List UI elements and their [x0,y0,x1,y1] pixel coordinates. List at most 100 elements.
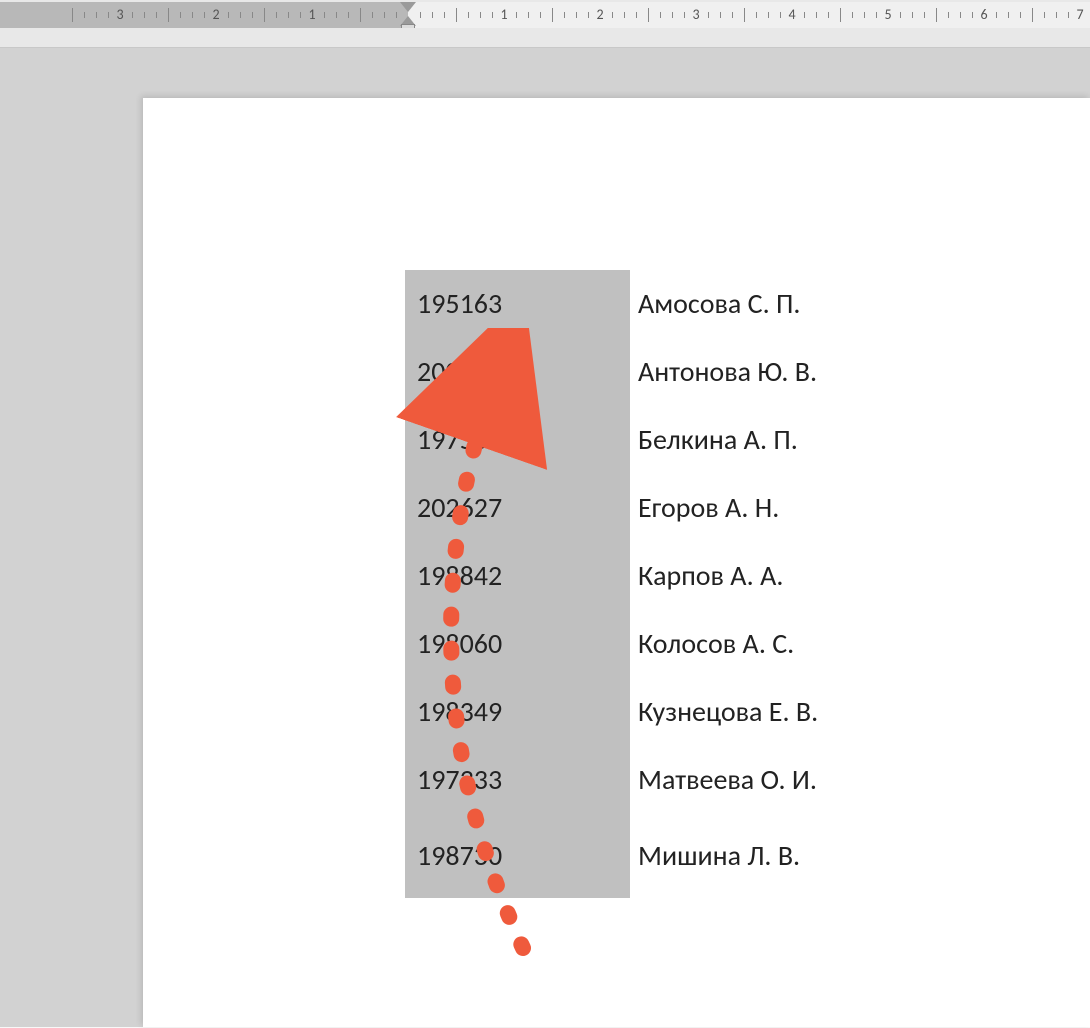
ruler-tick [432,12,433,18]
ruler-tick [756,12,757,18]
id-cell[interactable]: 198349 [405,678,630,746]
ruler-tick [192,12,193,18]
ruler-tick [1008,12,1009,18]
id-cell[interactable]: 198060 [405,610,630,678]
ruler-tick [804,12,805,18]
ruler-tick [420,12,421,18]
name-cell[interactable]: Белкина А. П. [630,406,798,474]
ruler-tick [816,12,817,18]
ruler-tick [396,12,397,18]
ruler-tick [996,12,997,18]
ruler-tick [852,12,853,18]
ruler-tick [1068,12,1069,18]
name-cell[interactable]: Егоров А. Н. [630,474,779,542]
ruler-tick [636,12,637,18]
ruler-label: 7 [1076,6,1083,23]
ruler-tick [1032,8,1033,22]
id-cell[interactable]: 198730 [405,814,630,898]
ruler-tick [1056,12,1057,18]
horizontal-ruler[interactable]: 3211234567 [0,2,1090,28]
ruler-tick [264,8,265,22]
ruler-tick [84,12,85,18]
ruler-tick [480,12,481,18]
ruler-label: 3 [116,6,123,23]
ruler-tick [252,12,253,18]
table-row[interactable]: 202627Егоров А. Н. [405,474,818,542]
ruler-tick [516,12,517,18]
ruler-tick [684,12,685,18]
name-cell[interactable]: Мишина Л. В. [630,822,800,890]
ruler-tick [108,12,109,18]
table-row[interactable]: 198842Карпов А. А. [405,542,818,610]
id-cell[interactable]: 198842 [405,542,630,610]
table-row[interactable]: 198349Кузнецова Е. В. [405,678,818,746]
ruler-label: 4 [788,6,795,23]
ruler-label: 2 [212,6,219,23]
ruler-tick [864,12,865,18]
ruler-tick [876,12,877,18]
ruler-tick [372,12,373,18]
name-cell[interactable]: Матвеева О. И. [630,746,817,814]
ruler-tick [552,8,553,22]
ruler-tick [924,12,925,18]
table-row[interactable]: 200721Антонова Ю. В. [405,338,818,406]
ruler-tick [840,8,841,22]
ruler-tick [828,12,829,18]
ruler-tick [72,8,73,22]
ruler-tick [960,12,961,18]
ruler-tick [576,12,577,18]
ruler-tick [468,12,469,18]
ruler-tick [204,12,205,18]
document-page[interactable]: 𝙸 195163Амосова С. П.200721Антонова Ю. В… [143,98,1090,1027]
name-cell[interactable]: Кузнецова Е. В. [630,678,818,746]
ruler-label: 1 [500,6,507,23]
table-row[interactable]: 197333Матвеева О. И. [405,746,818,814]
ruler-tick [744,8,745,22]
name-cell[interactable]: Антонова Ю. В. [630,338,817,406]
ruler-tick [732,12,733,18]
ruler-label: 5 [884,6,891,23]
ruler-tick [948,12,949,18]
ruler-tick [1044,12,1045,18]
id-cell[interactable]: 202627 [405,474,630,542]
ruler-tick [384,12,385,18]
name-cell[interactable]: Амосова С. П. [630,270,800,338]
ruler-tick [780,12,781,18]
ruler-tick [336,12,337,18]
ruler-tick [492,12,493,18]
ruler-tick [360,8,361,22]
ruler-tick [528,12,529,18]
first-line-indent-marker[interactable] [400,2,416,12]
ruler-tick [444,12,445,18]
ruler-tick [564,12,565,18]
ruler-label: 2 [596,6,603,23]
name-cell[interactable]: Карпов А. А. [630,542,784,610]
ruler-tick [624,12,625,18]
id-cell[interactable]: 197333 [405,746,630,814]
ruler-tick [588,12,589,18]
ruler-tick [240,12,241,18]
ruler-tick [228,12,229,18]
left-indent-marker[interactable] [401,24,415,28]
name-cell[interactable]: Колосов А. С. [630,610,794,678]
ruler-tick [720,12,721,18]
ruler-label: 1 [308,6,315,23]
document-workspace: 𝙸 195163Амосова С. П.200721Антонова Ю. В… [0,48,1090,1027]
ruler-tick [144,12,145,18]
table-row[interactable]: 198060Колосов А. С. [405,610,818,678]
ruler-tick [96,12,97,18]
table-row[interactable]: 197556Белкина А. П. [405,406,818,474]
document-content[interactable]: 195163Амосова С. П.200721Антонова Ю. В.1… [405,270,818,882]
ruler-tick [456,8,457,22]
ruler-tick [936,8,937,22]
id-cell[interactable]: 200721 [405,338,630,406]
table-row[interactable]: 198730Мишина Л. В. [405,814,818,882]
ruler-tick [660,12,661,18]
id-cell[interactable]: 197556 [405,406,630,474]
ruler-tick [900,12,901,18]
ruler-tick [912,12,913,18]
ruler-label: 6 [980,6,987,23]
table-row[interactable]: 195163Амосова С. П. [405,270,818,338]
ruler-tick [276,12,277,18]
id-cell[interactable]: 195163 [405,270,630,338]
